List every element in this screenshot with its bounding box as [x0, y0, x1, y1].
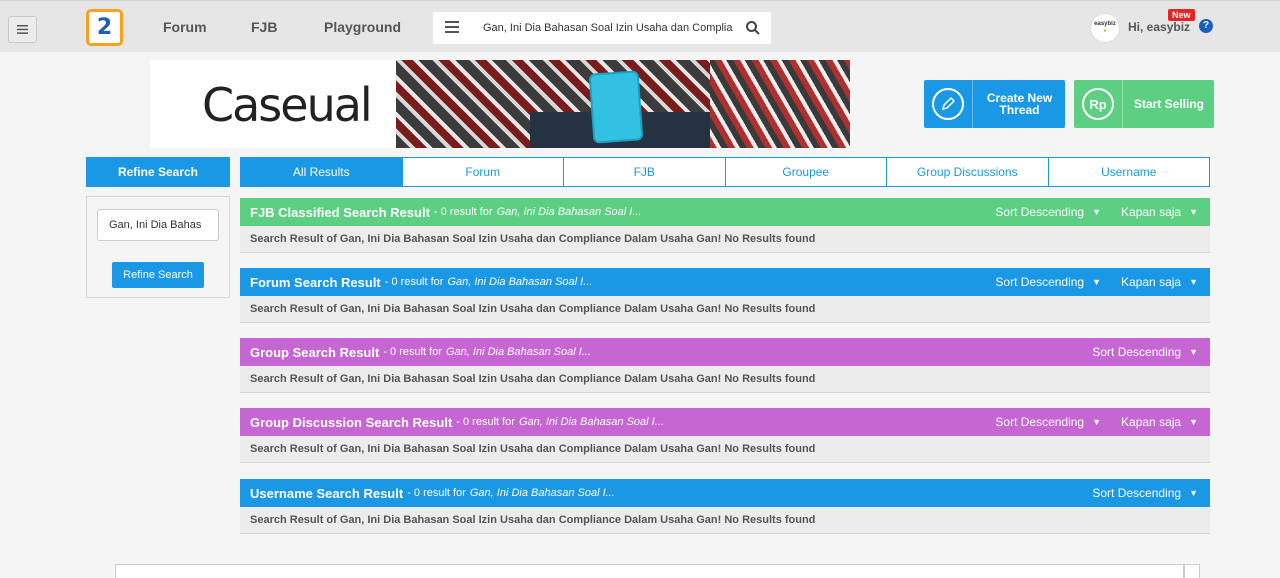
result-query: Gan, Ini Dia Bahasan Soal I...: [518, 416, 664, 428]
section-title: Forum Search Result: [250, 274, 381, 290]
nav-link-forum[interactable]: Forum: [163, 19, 207, 35]
fjb-result-section: FJB Classified Search Result - 0 result …: [240, 198, 1210, 253]
banner-phone-image: [588, 70, 644, 144]
username-result-section: Username Search Result - 0 result for Ga…: [240, 479, 1210, 534]
chevron-down-icon: ▼: [1189, 277, 1198, 287]
create-thread-button[interactable]: Create New Thread: [924, 80, 1065, 128]
section-header: Group Search Result - 0 result for Gan, …: [240, 338, 1210, 366]
time-filter-dropdown[interactable]: Kapan saja: [1121, 205, 1181, 219]
section-body: Search Result of Gan, Ini Dia Bahasan So…: [240, 436, 1210, 463]
refine-search-input[interactable]: [97, 209, 219, 241]
rupiah-icon: Rp: [1082, 88, 1114, 120]
tab-username[interactable]: Username: [1047, 158, 1210, 186]
ad-banner[interactable]: Caseual: [150, 60, 850, 148]
start-selling-label: Start Selling: [1133, 97, 1204, 111]
search-input[interactable]: [483, 19, 733, 37]
chevron-down-icon: ▼: [1189, 488, 1198, 498]
refine-search-title: Refine Search: [86, 157, 230, 187]
section-title: Username Search Result: [250, 485, 404, 501]
result-count: - 0 result for: [407, 487, 466, 499]
chevron-down-icon: ▼: [1092, 277, 1102, 287]
search-category-icon[interactable]: [445, 21, 459, 33]
tab-groupee[interactable]: Groupee: [724, 158, 887, 186]
section-header: Group Discussion Search Result - 0 resul…: [240, 408, 1210, 436]
chevron-down-icon: ▼: [1189, 207, 1198, 217]
result-tabs: All Results Forum FJB Groupee Group Disc…: [240, 157, 1210, 187]
banner-shirt: [710, 60, 850, 148]
chevron-down-icon: ▼: [1189, 347, 1198, 357]
result-query: Gan, Ini Dia Bahasan Soal I...: [446, 346, 591, 358]
tab-group-discussions[interactable]: Group Discussions: [886, 158, 1048, 186]
search-icon[interactable]: [745, 20, 761, 36]
chevron-down-icon: ▼: [1092, 207, 1102, 217]
section-title: FJB Classified Search Result: [250, 204, 430, 220]
result-count: - 0 result for: [384, 276, 444, 288]
nav-link-playground[interactable]: Playground: [324, 19, 401, 35]
result-query: Gan, Ini Dia Bahasan Soal I...: [469, 487, 615, 499]
time-filter-dropdown[interactable]: Kapan saja: [1121, 415, 1181, 429]
section-body: Search Result of Gan, Ini Dia Bahasan So…: [240, 226, 1210, 253]
button-divider: [1122, 80, 1123, 128]
tab-fjb[interactable]: FJB: [563, 158, 725, 186]
chevron-down-icon: ▼: [1189, 417, 1198, 427]
start-selling-button[interactable]: Rp Start Selling: [1074, 80, 1214, 128]
section-header: Username Search Result - 0 result for Ga…: [240, 479, 1210, 507]
chevron-down-icon: ▼: [1092, 417, 1102, 427]
menu-button[interactable]: [8, 16, 37, 43]
group-discussion-result-section: Group Discussion Search Result - 0 resul…: [240, 408, 1210, 463]
footer-panel: [115, 564, 1184, 578]
tab-forum[interactable]: Forum: [401, 158, 564, 186]
tab-all-results[interactable]: All Results: [241, 158, 402, 186]
section-header: FJB Classified Search Result - 0 result …: [240, 198, 1210, 226]
sort-dropdown[interactable]: Sort Descending: [995, 275, 1084, 289]
top-navbar: 2 Forum FJB Playground easybiz● Hi, easy…: [0, 0, 1280, 52]
banner-brand-logo: Caseual: [202, 78, 373, 132]
section-body: Search Result of Gan, Ini Dia Bahasan So…: [240, 366, 1210, 393]
result-count: - 0 result for: [456, 416, 515, 428]
result-count: - 0 result for: [433, 206, 493, 218]
group-result-section: Group Search Result - 0 result for Gan, …: [240, 338, 1210, 393]
user-greeting[interactable]: Hi, easybiz: [1128, 20, 1190, 34]
hamburger-icon: [17, 25, 28, 34]
forum-result-section: Forum Search Result - 0 result for Gan, …: [240, 268, 1210, 323]
section-header: Forum Search Result - 0 result for Gan, …: [240, 268, 1210, 296]
logo-text: 2: [96, 15, 113, 40]
sort-dropdown[interactable]: Sort Descending: [995, 415, 1084, 429]
sort-dropdown[interactable]: Sort Descending: [1092, 345, 1181, 359]
avatar[interactable]: easybiz ●: [1090, 13, 1120, 43]
refine-search-panel: Refine Search: [86, 196, 230, 298]
section-title: Group Search Result: [250, 344, 380, 360]
section-title: Group Discussion Search Result: [250, 414, 453, 430]
sort-dropdown[interactable]: Sort Descending: [1092, 486, 1181, 500]
search-bar: [433, 12, 771, 44]
result-query: Gan, Ini Dia Bahasan Soal I...: [496, 206, 642, 218]
refine-search-button[interactable]: Refine Search: [112, 262, 204, 288]
time-filter-dropdown[interactable]: Kapan saja: [1121, 275, 1181, 289]
sort-dropdown[interactable]: Sort Descending: [995, 205, 1084, 219]
pencil-icon: [932, 88, 964, 120]
create-thread-label: Create New Thread: [986, 91, 1053, 117]
section-body: Search Result of Gan, Ini Dia Bahasan So…: [240, 296, 1210, 323]
new-badge: New: [1168, 9, 1195, 21]
section-body: Search Result of Gan, Ini Dia Bahasan So…: [240, 507, 1210, 534]
button-divider: [972, 80, 973, 128]
help-icon[interactable]: ?: [1199, 19, 1213, 33]
result-query: Gan, Ini Dia Bahasan Soal I...: [447, 276, 593, 288]
scroll-top-button[interactable]: [1184, 564, 1200, 578]
nav-link-fjb[interactable]: FJB: [251, 19, 277, 35]
site-logo[interactable]: 2: [86, 9, 123, 46]
avatar-text: easybiz: [1094, 21, 1116, 27]
result-count: - 0 result for: [383, 346, 442, 358]
